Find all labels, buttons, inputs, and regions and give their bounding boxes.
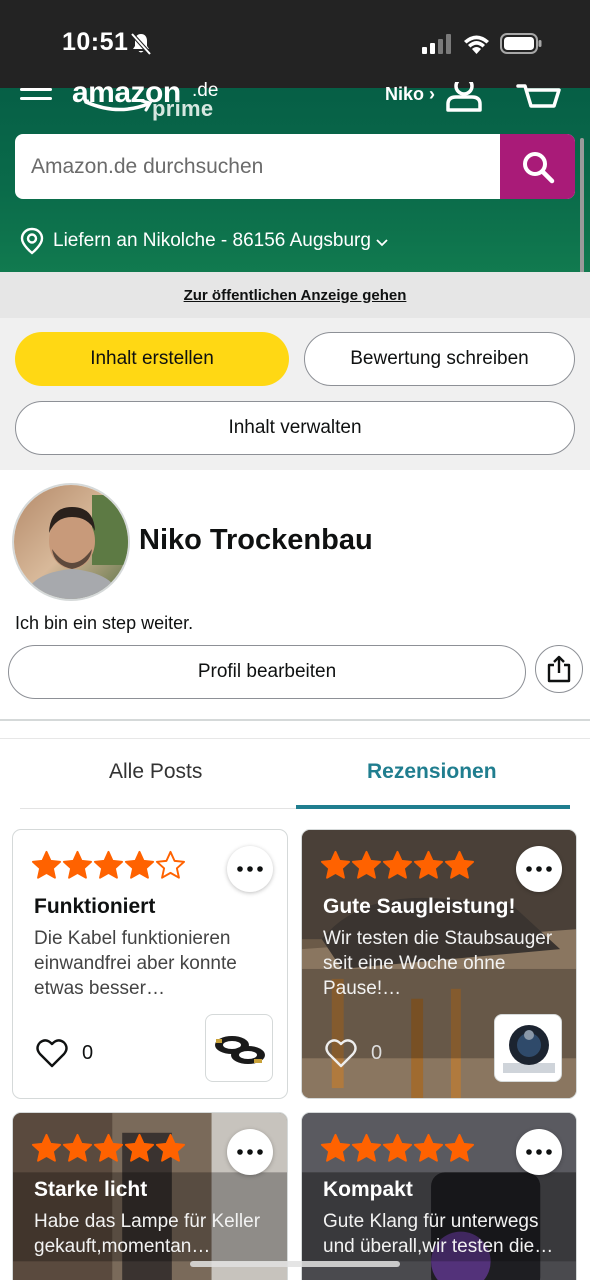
- bell-muted-icon: [130, 32, 152, 56]
- smile-arrow-icon: [84, 99, 153, 112]
- review-title: Gute Saugleistung!: [323, 895, 516, 918]
- search-button[interactable]: [500, 134, 575, 199]
- star-filled-icon: [62, 850, 93, 879]
- cable-product-icon: [215, 1036, 265, 1064]
- star-filled-icon: [320, 1133, 351, 1162]
- tab-all-posts[interactable]: Alle Posts: [109, 760, 202, 784]
- star-filled-icon: [382, 1133, 413, 1162]
- star-filled-icon: [382, 850, 413, 879]
- divider: [0, 738, 590, 739]
- star-filled-icon: [31, 850, 62, 879]
- account-link[interactable]: Niko ›: [385, 84, 435, 105]
- review-text: Die Kabel funktionieren einwandfrei aber…: [34, 928, 237, 999]
- star-filled-icon: [413, 1133, 444, 1162]
- star-empty-icon: [155, 850, 186, 879]
- search-bar: [15, 134, 575, 199]
- more-icon: [526, 1149, 552, 1155]
- product-thumbnail[interactable]: [205, 1014, 273, 1082]
- create-content-button[interactable]: Inhalt erstellen: [15, 332, 289, 386]
- more-options-button[interactable]: [516, 1129, 562, 1175]
- review-card[interactable]: Gute Saugleistung! Wir testen die Staubs…: [301, 829, 577, 1099]
- robot-vacuum-product-icon: [503, 1025, 555, 1073]
- review-text: Gute Klang für unterwegs und überall,wir…: [323, 1211, 554, 1257]
- action-area: Inhalt erstellen Bewertung schreiben Inh…: [0, 318, 590, 470]
- chevron-down-icon: [376, 239, 388, 247]
- review-text: Habe das Lampe für Keller gekauft,moment…: [34, 1211, 261, 1257]
- product-thumbnail[interactable]: [494, 1014, 562, 1082]
- star-filled-icon: [351, 1133, 382, 1162]
- review-card[interactable]: Starke licht Habe das Lampe für Keller g…: [12, 1112, 288, 1280]
- more-icon: [237, 866, 263, 872]
- star-filled-icon: [351, 850, 382, 879]
- star-filled-icon: [93, 850, 124, 879]
- home-indicator[interactable]: [190, 1261, 400, 1267]
- star-filled-icon: [413, 850, 444, 879]
- review-title: Kompakt: [323, 1178, 413, 1201]
- divider: [0, 719, 590, 721]
- public-view-link[interactable]: Zur öffentlichen Anzeige gehen: [184, 287, 407, 304]
- location-pin-icon: [20, 227, 44, 255]
- like-button[interactable]: 0: [325, 1038, 382, 1068]
- like-count: 0: [371, 1041, 383, 1064]
- status-time: 10:51: [62, 28, 129, 56]
- more-icon: [526, 866, 552, 872]
- star-rating: [320, 850, 475, 881]
- star-filled-icon: [444, 850, 475, 879]
- like-button[interactable]: 0: [36, 1038, 93, 1068]
- amazon-header: amazon .de prime Niko › Liefern an Nikol…: [0, 76, 590, 272]
- star-filled-icon: [93, 1133, 124, 1162]
- avatar[interactable]: [12, 483, 130, 601]
- write-review-button[interactable]: Bewertung schreiben: [304, 332, 575, 386]
- star-rating: [31, 850, 186, 881]
- more-options-button[interactable]: [516, 846, 562, 892]
- status-bar: 10:51: [0, 0, 590, 88]
- star-filled-icon: [320, 850, 351, 879]
- star-rating: [320, 1133, 475, 1164]
- like-count: 0: [82, 1041, 94, 1064]
- manage-content-button[interactable]: Inhalt verwalten: [15, 401, 575, 455]
- star-rating: [31, 1133, 186, 1164]
- search-icon: [522, 151, 554, 183]
- menu-icon[interactable]: [20, 88, 52, 108]
- amazon-prime-logo[interactable]: amazon .de prime: [72, 76, 232, 122]
- wifi-icon: [464, 35, 489, 54]
- star-filled-icon: [155, 1133, 186, 1162]
- star-filled-icon: [62, 1133, 93, 1162]
- more-icon: [237, 1149, 263, 1155]
- user-icon[interactable]: [444, 82, 484, 112]
- review-text: Wir testen die Staubsauger seit eine Woc…: [323, 928, 553, 999]
- review-title: Funktioniert: [34, 895, 156, 918]
- star-filled-icon: [124, 850, 155, 879]
- tab-reviews[interactable]: Rezensionen: [367, 760, 497, 784]
- review-card[interactable]: Kompakt Gute Klang für unterwegs und übe…: [301, 1112, 577, 1280]
- share-icon: [547, 655, 571, 683]
- delivery-location[interactable]: Liefern an Nikolche - 86156 Augsburg: [20, 226, 388, 256]
- profile-name: Niko Trockenbau: [139, 524, 373, 556]
- edit-profile-button[interactable]: Profil bearbeiten: [8, 645, 526, 699]
- share-button[interactable]: [535, 645, 583, 693]
- review-card[interactable]: Funktioniert Die Kabel funktionieren ein…: [12, 829, 288, 1099]
- signal-icon: [422, 34, 451, 54]
- review-title: Starke licht: [34, 1178, 148, 1201]
- heart-icon: [325, 1039, 357, 1068]
- star-filled-icon: [444, 1133, 475, 1162]
- active-tab-indicator: [296, 805, 570, 809]
- heart-icon: [36, 1039, 68, 1068]
- more-options-button[interactable]: [227, 1129, 273, 1175]
- profile-bio: Ich bin ein step weiter.: [15, 613, 194, 633]
- star-filled-icon: [31, 1133, 62, 1162]
- public-view-strip: Zur öffentlichen Anzeige gehen: [0, 272, 590, 318]
- more-options-button[interactable]: [227, 846, 273, 892]
- battery-icon: [500, 33, 542, 54]
- search-input[interactable]: [15, 134, 500, 199]
- delivery-label: Liefern an Nikolche - 86156 Augsburg: [53, 230, 371, 251]
- logo-prime: prime: [152, 96, 214, 121]
- cart-icon[interactable]: [516, 82, 562, 114]
- star-filled-icon: [124, 1133, 155, 1162]
